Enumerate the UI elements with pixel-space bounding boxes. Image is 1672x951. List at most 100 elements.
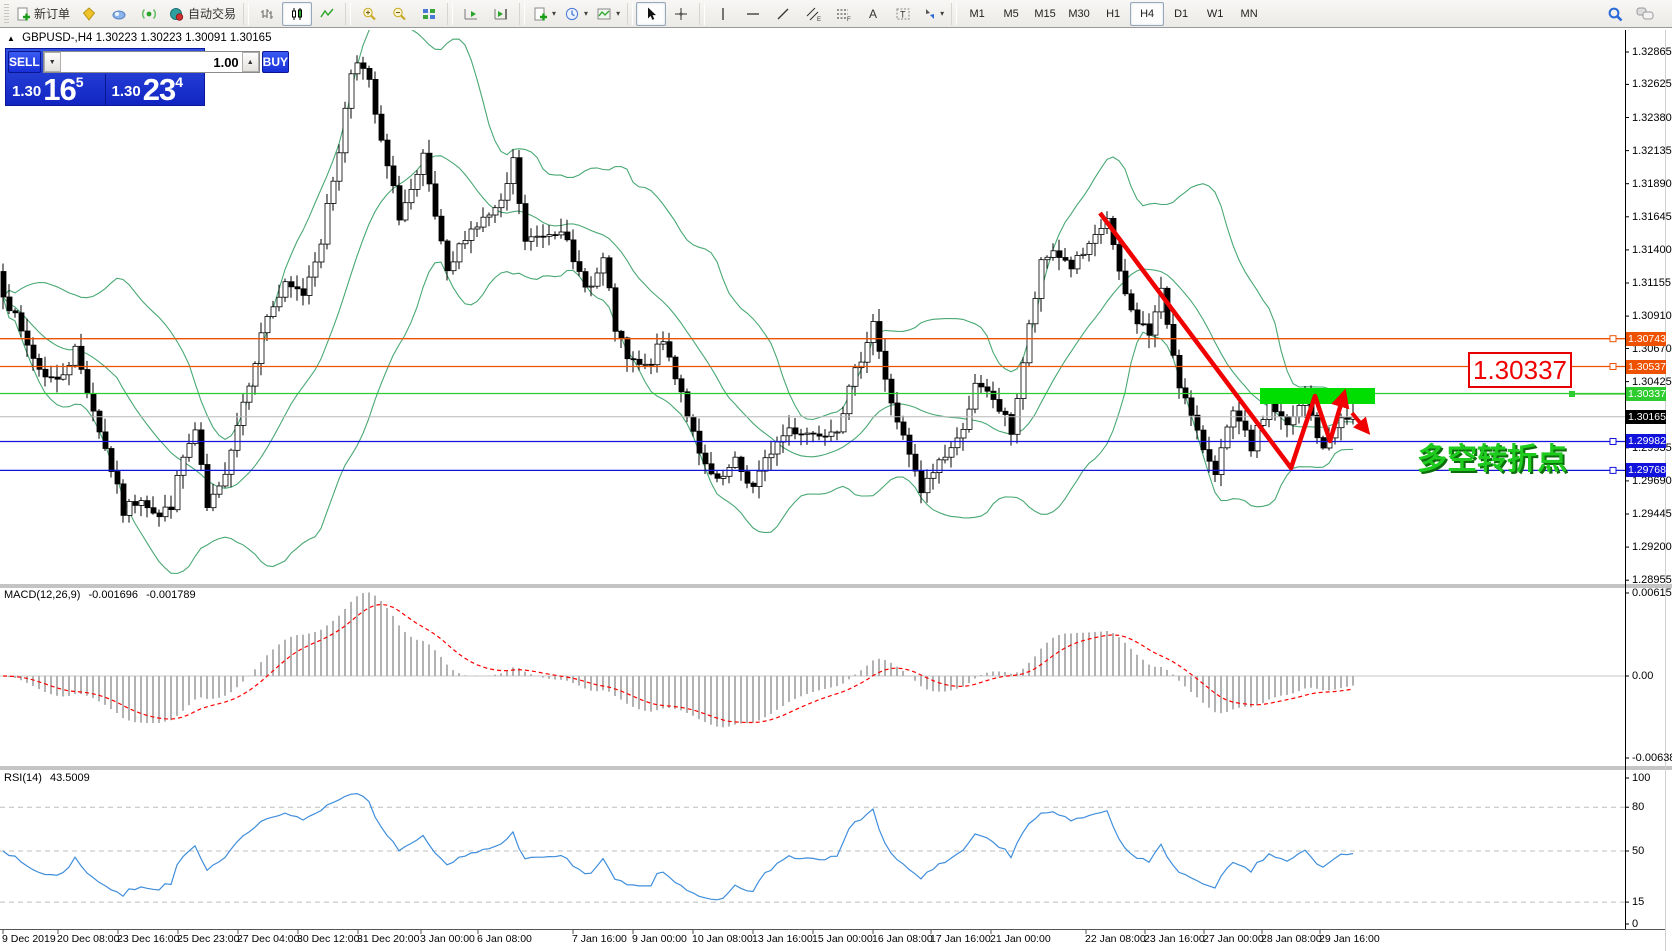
price-axis[interactable]: 1.328651.326251.323801.321351.318901.316… (1626, 30, 1672, 951)
horizontal-line-button[interactable] (738, 2, 768, 26)
time-tick-label: 9 Jan 00:00 (632, 933, 687, 945)
turning-point-text[interactable]: 多空转折点 (1417, 434, 1567, 478)
sell-price-sup: 5 (76, 75, 84, 89)
price-tick-label: 1.29445 (1632, 508, 1672, 520)
price-tick-label: 1.31155 (1632, 277, 1671, 289)
time-tick-label: 22 Jan 08:00 (1085, 933, 1146, 945)
timeframe-h4-button[interactable]: H4 (1130, 2, 1164, 26)
rsi-value: 43.5009 (50, 772, 90, 784)
arrows-icon (922, 6, 936, 22)
candlestick-chart-button[interactable] (282, 2, 312, 26)
equidistant-channel-button[interactable]: E (798, 2, 828, 26)
indicator-tick-label: 15 (1632, 896, 1644, 908)
timeframe-m30-button[interactable]: M30 (1062, 2, 1096, 26)
cloud-icon (111, 6, 127, 22)
toolbar-separator (243, 3, 249, 25)
time-tick-label: 7 Jan 16:00 (572, 933, 627, 945)
auto-scroll-button[interactable] (456, 2, 486, 26)
timeframe-h1-button[interactable]: H1 (1096, 2, 1130, 26)
zoom-out-icon (391, 6, 407, 22)
buy-price-display[interactable]: 1.30 23 4 (105, 74, 205, 106)
indicator-tick-label: 80 (1632, 801, 1644, 813)
line-chart-button[interactable] (312, 2, 342, 26)
toolbar-separator (699, 3, 705, 25)
time-axis[interactable]: 9 Dec 201920 Dec 08:0023 Dec 16:0025 Dec… (0, 932, 1665, 951)
indicator-tick-label: -0.00638 (1632, 752, 1672, 764)
volume-decrement-button[interactable]: ▼ (44, 52, 61, 72)
arrows-dropdown[interactable]: ▾ (918, 2, 948, 26)
tile-windows-icon (421, 6, 437, 22)
periods-dropdown[interactable]: ▾ (560, 2, 592, 26)
buy-price-main: 1.30 (112, 79, 141, 105)
autotrading-icon (168, 6, 185, 22)
sell-button[interactable]: SELL (8, 51, 41, 73)
timeframe-m15-button[interactable]: M15 (1028, 2, 1062, 26)
indicators-icon (532, 6, 548, 22)
time-tick-label: 17 Jan 16:00 (930, 933, 991, 945)
indicator-tick-label: 0 (1632, 918, 1638, 930)
text-label-button[interactable]: T (888, 2, 918, 26)
trendline-icon (775, 6, 791, 22)
search-icon (1606, 5, 1624, 23)
auto-scroll-icon (463, 6, 479, 22)
timeframe-m5-button[interactable]: M5 (994, 2, 1028, 26)
line-chart-icon (319, 6, 335, 22)
collapse-icon[interactable]: ▲ (7, 34, 15, 43)
trendline-button[interactable] (768, 2, 798, 26)
time-tick-label: 23 Jan 16:00 (1144, 933, 1205, 945)
buy-button[interactable]: BUY (262, 51, 289, 73)
profiles-button[interactable] (74, 2, 104, 26)
timeframe-w1-button[interactable]: W1 (1198, 2, 1232, 26)
bar-chart-button[interactable] (252, 2, 282, 26)
chart-shift-icon (493, 6, 509, 22)
tile-windows-button[interactable] (414, 2, 444, 26)
sell-price-display[interactable]: 1.30 16 5 (6, 74, 105, 106)
signals-button[interactable] (134, 2, 164, 26)
autotrading-button[interactable]: 自动交易 (164, 2, 240, 26)
templates-dropdown[interactable]: ▾ (592, 2, 624, 26)
rsi-label-row: RSI(14) 43.5009 (4, 772, 90, 784)
community-button[interactable] (104, 2, 134, 26)
text-button[interactable]: A (858, 2, 888, 26)
price-tick-label: 1.32625 (1632, 78, 1672, 90)
zoom-in-button[interactable] (354, 2, 384, 26)
channel-icon: E (805, 6, 822, 22)
one-click-trading-panel: SELL ▼ ▲ BUY 1.30 16 5 1.30 23 4 (5, 48, 205, 106)
time-tick-label: 23 Dec 16:00 (117, 933, 179, 945)
chat-button[interactable] (1630, 2, 1660, 26)
volume-increment-button[interactable]: ▲ (242, 52, 259, 72)
toolbar: 新订单 自动交易 (0, 0, 1672, 28)
price-tick-label: 1.32865 (1632, 46, 1672, 58)
mt4-window: 新订单 自动交易 (0, 0, 1672, 951)
search-button[interactable] (1600, 2, 1630, 26)
zoom-out-button[interactable] (384, 2, 414, 26)
fibonacci-icon: F (835, 6, 852, 22)
toolbar-separator (345, 3, 351, 25)
timeframe-d1-button[interactable]: D1 (1164, 2, 1198, 26)
chart-shift-button[interactable] (486, 2, 516, 26)
toolbar-grip[interactable] (4, 4, 9, 24)
cursor-button[interactable] (636, 2, 666, 26)
buy-price-sup: 4 (175, 75, 183, 89)
zoom-in-icon (361, 6, 377, 22)
price-level-badge: 1.30537 (1626, 360, 1666, 374)
price-callout-label[interactable]: 1.30337 (1468, 352, 1572, 388)
new-order-button[interactable]: 新订单 (11, 2, 74, 26)
price-tick-label: 1.30910 (1632, 310, 1672, 322)
vertical-line-button[interactable] (708, 2, 738, 26)
time-tick-label: 29 Jan 16:00 (1319, 933, 1380, 945)
volume-box: ▼ ▲ (43, 51, 260, 73)
price-tick-label: 1.31645 (1632, 211, 1672, 223)
text-icon: A (866, 6, 880, 22)
price-tick-label: 1.31400 (1632, 244, 1672, 256)
crosshair-button[interactable] (666, 2, 696, 26)
timeframe-m1-button[interactable]: M1 (960, 2, 994, 26)
timeframe-mn-button[interactable]: MN (1232, 2, 1266, 26)
indicators-dropdown[interactable]: ▾ (528, 2, 560, 26)
indicator-tick-label: 0.00 (1632, 670, 1653, 682)
text-label-icon: T (895, 6, 911, 22)
template-icon (596, 6, 612, 22)
fibonacci-button[interactable]: F (828, 2, 858, 26)
price-tick-label: 1.32380 (1632, 112, 1672, 124)
volume-input[interactable] (61, 52, 242, 72)
